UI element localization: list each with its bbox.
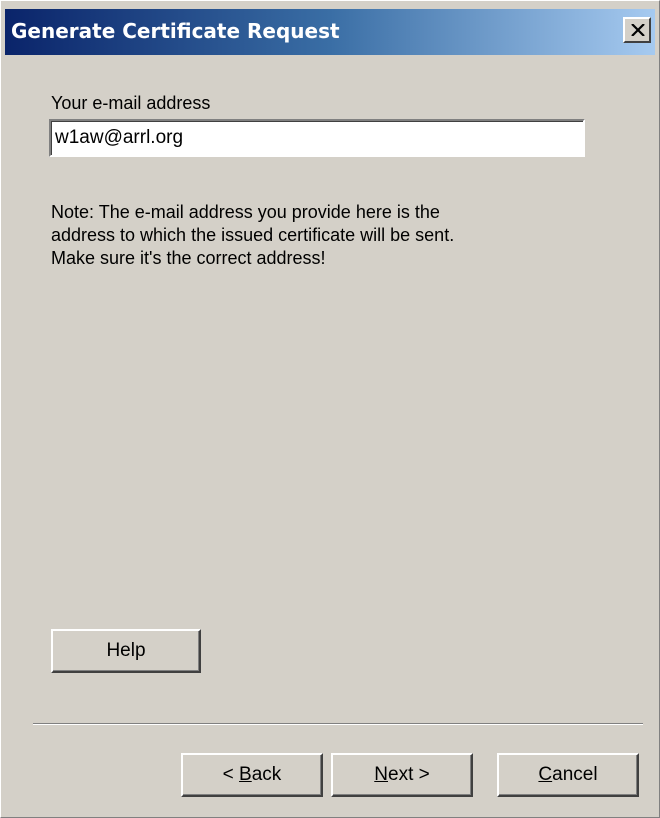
- back-button-mnemonic: B: [239, 764, 252, 785]
- separator: [33, 723, 643, 725]
- back-button-prefix: <: [222, 764, 240, 785]
- help-button[interactable]: Help: [51, 629, 201, 673]
- back-button[interactable]: < Back: [181, 753, 323, 797]
- next-button-mnemonic: N: [374, 764, 388, 785]
- help-button-label: Help: [106, 640, 146, 661]
- back-button-label: ack: [251, 764, 282, 785]
- email-field[interactable]: [49, 119, 585, 157]
- cancel-button[interactable]: Cancel: [497, 753, 639, 797]
- close-button[interactable]: [623, 17, 651, 43]
- dialog-window: Generate Certificate Request Your e-mail…: [0, 0, 660, 818]
- next-button-label: ext >: [388, 764, 430, 785]
- note-line: Note: The e-mail address you provide her…: [51, 202, 440, 222]
- note-text: Note: The e-mail address you provide her…: [51, 201, 571, 270]
- window-title: Generate Certificate Request: [11, 19, 340, 43]
- cancel-button-mnemonic: C: [538, 764, 553, 785]
- note-line: Make sure it's the correct address!: [51, 248, 326, 268]
- note-line: address to which the issued certificate …: [51, 225, 455, 245]
- close-icon: [631, 24, 645, 36]
- next-button[interactable]: Next >: [331, 753, 473, 797]
- title-bar[interactable]: Generate Certificate Request: [5, 9, 655, 55]
- cancel-button-label: ancel: [552, 764, 598, 785]
- email-label: Your e-mail address: [51, 93, 211, 113]
